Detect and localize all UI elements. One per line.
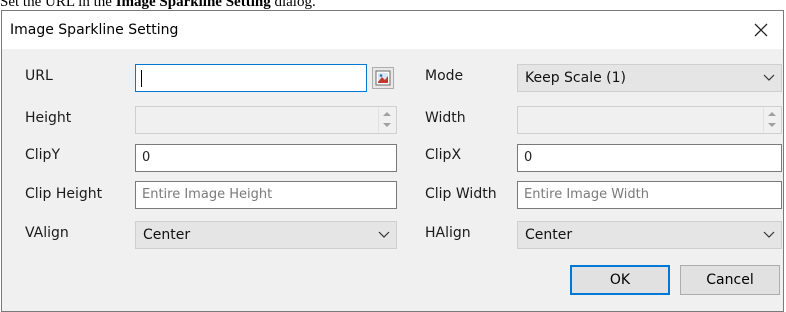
- clipx-label: ClipX: [425, 147, 462, 163]
- caption-suffix: dialog.: [270, 0, 316, 10]
- clipx-value: 0: [524, 150, 533, 165]
- valign-select[interactable]: Center: [135, 221, 397, 249]
- clip-height-placeholder: Entire Image Height: [142, 187, 273, 202]
- clip-height-label: Clip Height: [25, 186, 103, 202]
- height-stepper[interactable]: [135, 106, 397, 134]
- chevron-down-icon: [763, 231, 775, 238]
- text-caret: [141, 70, 142, 87]
- halign-selected: Center: [525, 227, 573, 243]
- width-stepper[interactable]: [517, 106, 782, 134]
- caption-prefix: Set the URL in the: [0, 0, 116, 10]
- spin-up-icon: [383, 112, 391, 116]
- clipy-value: 0: [142, 150, 151, 165]
- url-input[interactable]: [135, 64, 367, 92]
- clip-width-placeholder: Entire Image Width: [524, 187, 649, 202]
- caption-text: Set the URL in the Image Sparkline Setti…: [0, 0, 316, 10]
- width-spin-buttons[interactable]: [763, 108, 780, 132]
- spin-down-icon: [383, 123, 391, 127]
- url-label: URL: [25, 68, 53, 84]
- dialog-title: Image Sparkline Setting: [10, 22, 179, 38]
- caption-bold: Image Sparkline Setting: [115, 0, 271, 10]
- close-button[interactable]: [739, 11, 783, 49]
- spin-down-icon: [768, 123, 776, 127]
- mode-select[interactable]: Keep Scale (1): [517, 64, 782, 92]
- clip-width-label: Clip Width: [425, 186, 497, 202]
- chevron-down-icon: [378, 231, 390, 238]
- halign-label: HAlign: [425, 225, 471, 241]
- title-bar: Image Sparkline Setting: [2, 11, 783, 49]
- image-sparkline-dialog: Image Sparkline Setting URL Mode Keep Sc…: [1, 10, 784, 312]
- ok-button[interactable]: OK: [570, 265, 670, 295]
- clipx-input[interactable]: 0: [517, 144, 782, 172]
- url-browse-button[interactable]: [372, 67, 394, 89]
- mode-label: Mode: [425, 68, 464, 84]
- clip-width-input[interactable]: Entire Image Width: [517, 181, 782, 209]
- clip-height-input[interactable]: Entire Image Height: [135, 181, 397, 209]
- cancel-button[interactable]: Cancel: [680, 265, 780, 295]
- height-spin-buttons[interactable]: [378, 108, 395, 132]
- mode-selected: Keep Scale (1): [525, 70, 626, 86]
- image-browse-icon: [375, 70, 391, 86]
- chevron-down-icon: [763, 74, 775, 81]
- halign-select[interactable]: Center: [517, 221, 782, 249]
- clipy-input[interactable]: 0: [135, 144, 397, 172]
- close-icon: [754, 23, 768, 37]
- height-label: Height: [25, 110, 72, 126]
- valign-selected: Center: [143, 227, 191, 243]
- spin-up-icon: [768, 112, 776, 116]
- valign-label: VAlign: [25, 225, 69, 241]
- clipy-label: ClipY: [25, 147, 60, 163]
- width-label: Width: [425, 110, 466, 126]
